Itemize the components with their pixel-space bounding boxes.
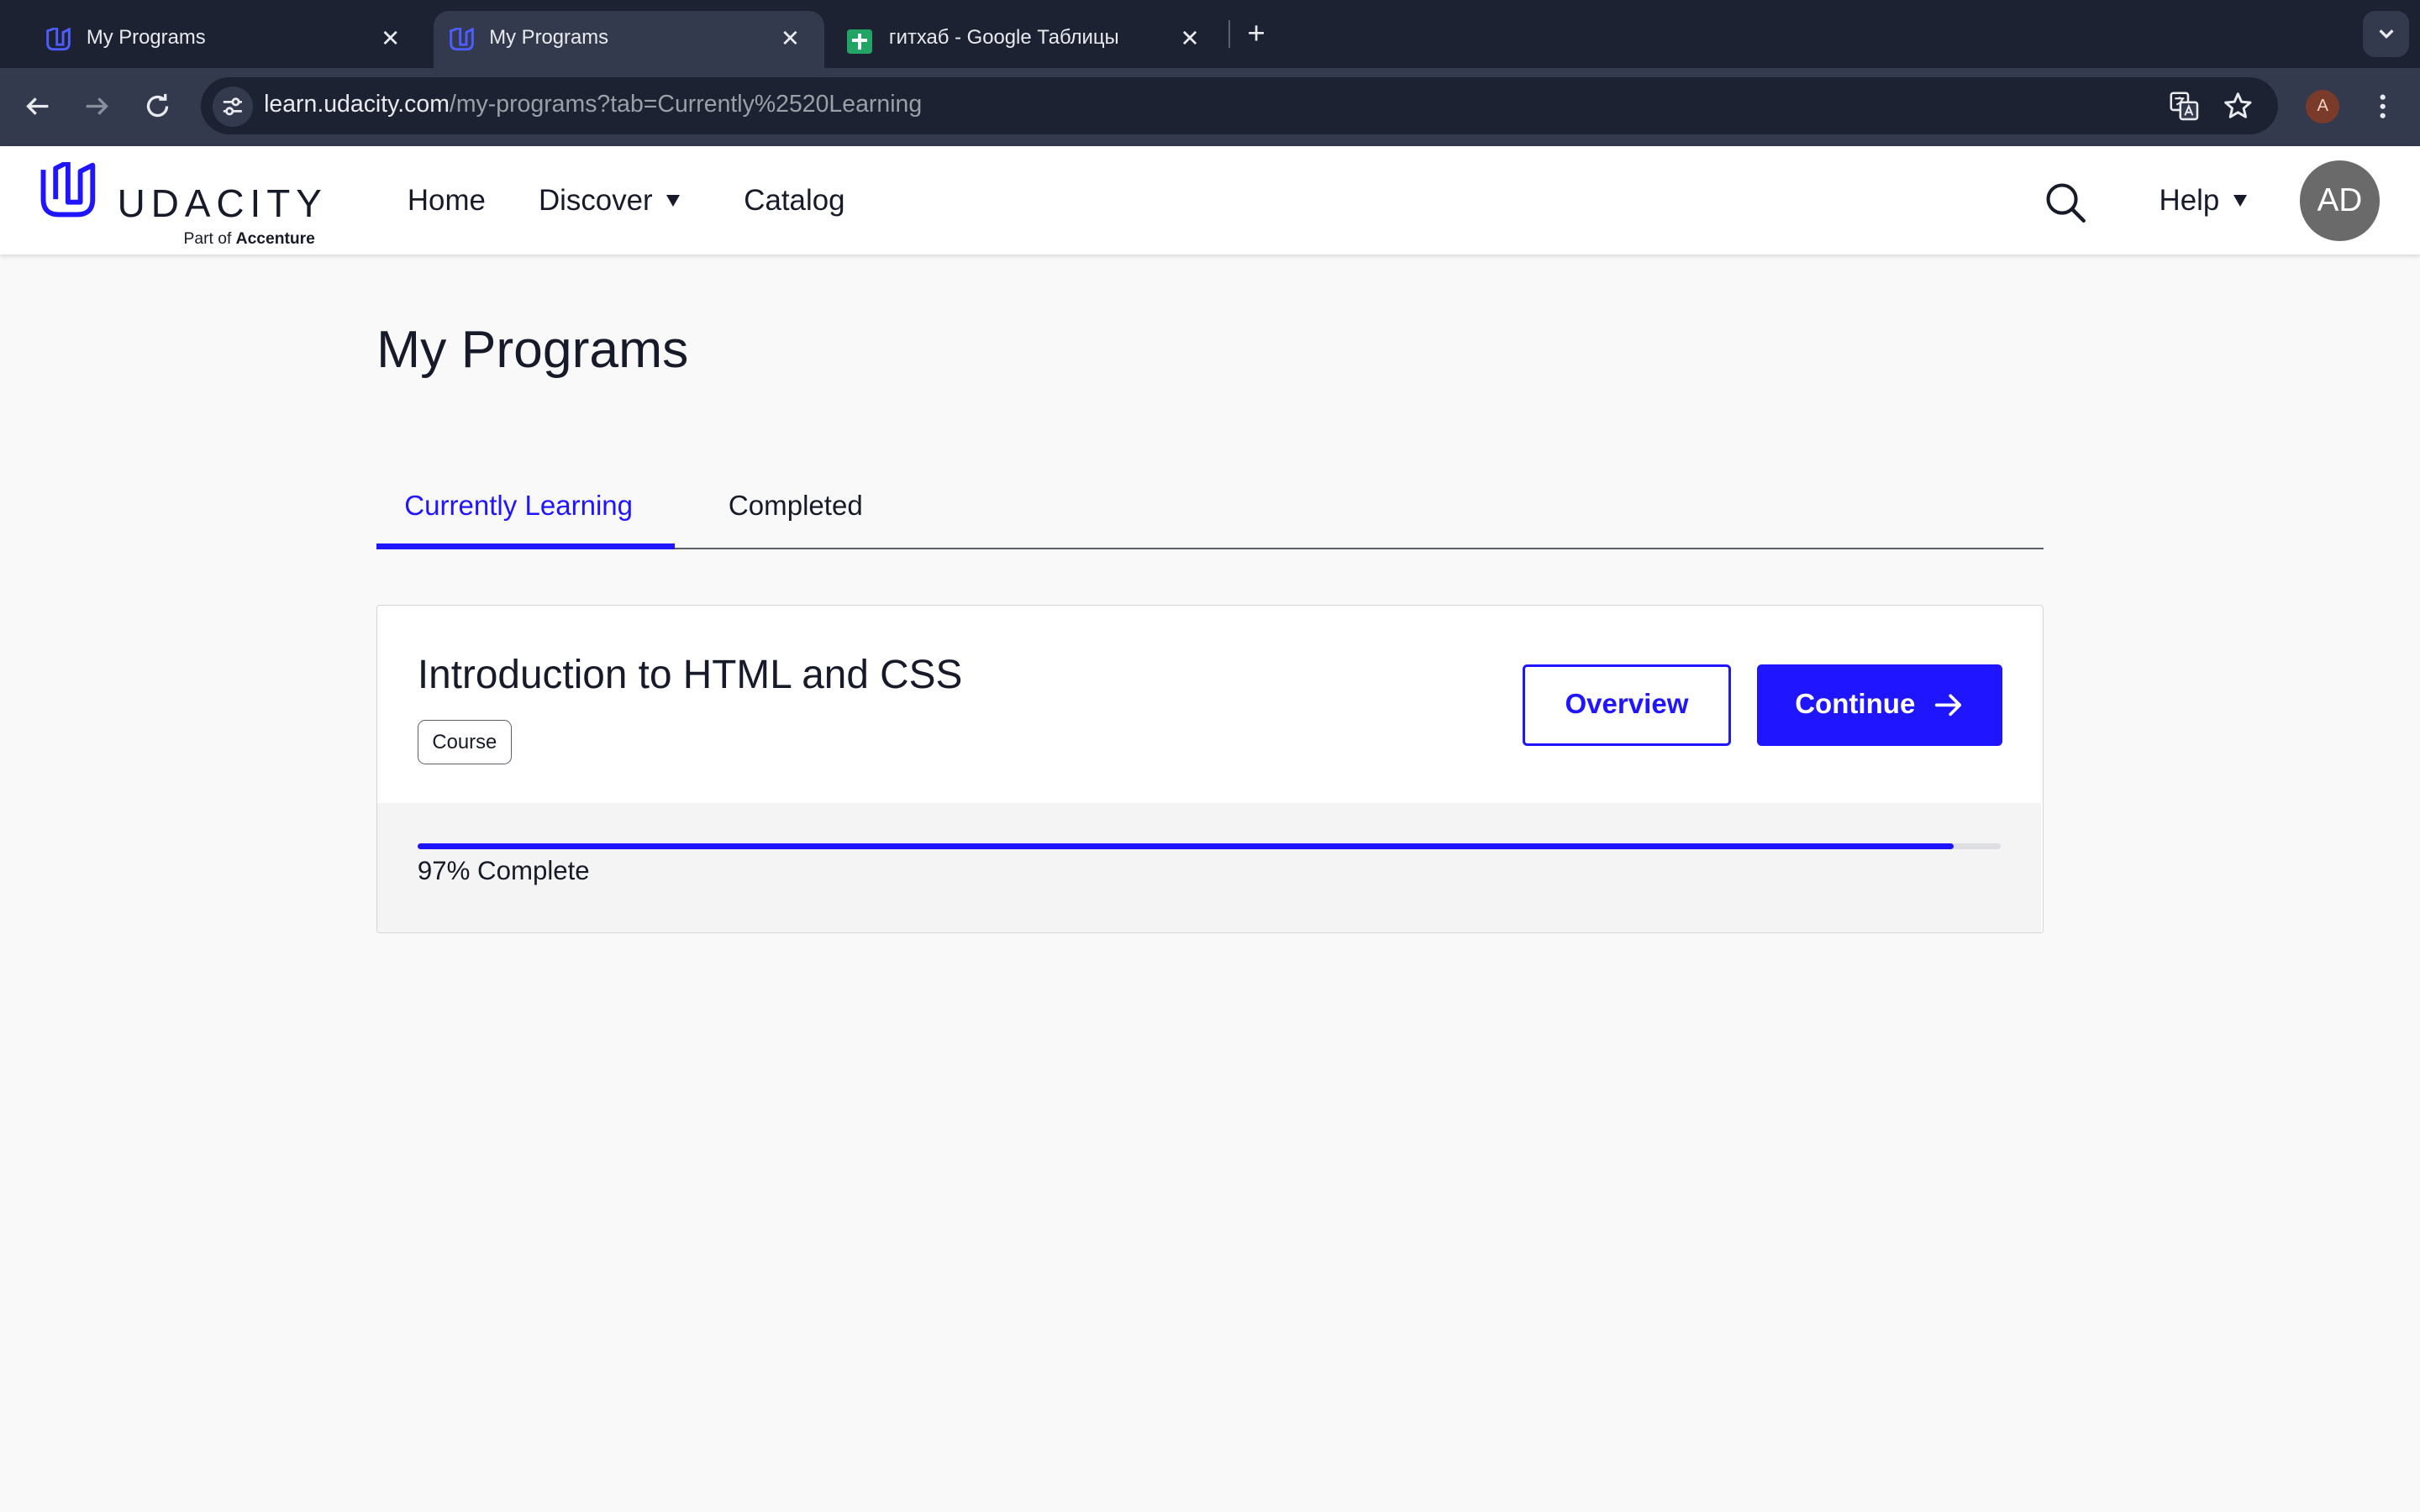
nav-catalog-label: Catalog [744,183,845,217]
overview-button[interactable]: Overview [1522,664,1731,747]
nav-help-label: Help [2159,183,2220,217]
search-icon[interactable] [2044,181,2086,223]
chevron-down-icon [2379,29,2394,39]
google-sheets-icon [847,29,872,55]
tab-search-button[interactable] [2362,10,2410,57]
tune-icon [224,97,243,116]
nav-catalog[interactable]: Catalog [744,184,844,218]
program-title[interactable]: Introduction to HTML and CSS [418,652,962,698]
url-path: /my-programs?tab=Currently%2520Learning [449,91,923,118]
nav-home-label: Home [407,183,486,217]
logo-sub-brand: Accenture [235,229,315,248]
browser-toolbar: learn.udacity.com/my-programs?tab=Curren… [0,67,2420,147]
caret-down-icon [2233,194,2247,207]
user-avatar[interactable]: AD [2299,160,2381,241]
site-info-button[interactable] [213,86,254,127]
progress-bar-fill [417,843,1954,850]
udacity-u-icon [40,161,96,218]
tab-completed[interactable]: Completed [729,491,863,522]
tab-separator [1228,19,1230,48]
arrow-right-icon [1935,694,1962,717]
nav-home[interactable]: Home [408,184,486,218]
forward-button[interactable] [79,88,116,125]
program-type-badge: Course [417,719,512,765]
tab-currently-learning[interactable]: Currently Learning [404,491,633,522]
tab-title: My Programs [489,26,609,50]
url-text: learn.udacity.com/my-programs?tab=Curren… [264,91,922,118]
udacity-logo-icon [46,28,71,51]
translate-icon[interactable] [2167,90,2201,123]
browser-tab-strip: My Programs ✕ My Programs ✕ гитхаб - Goo… [0,0,2420,68]
program-card: Introduction to HTML and CSS Course Over… [376,604,2044,934]
logo-subtitle: Part of Accenture [184,230,315,249]
new-tab-button[interactable]: + [1241,18,1272,50]
progress-label: 97% Complete [417,855,590,885]
url-host: learn.udacity.com [264,91,450,118]
page-title: My Programs [376,320,689,380]
logo-sub-prefix: Part of [183,229,232,248]
bookmark-star-icon[interactable] [2221,90,2254,123]
nav-discover[interactable]: Discover [539,183,681,218]
browser-tab-1[interactable]: My Programs ✕ [31,11,424,68]
overview-button-label: Overview [1565,689,1689,721]
close-tab-icon[interactable]: ✕ [375,24,406,55]
program-progress-section: 97% Complete [377,803,2042,933]
browser-tab-3[interactable]: гитхаб - Google Таблицы ✕ [834,11,1224,68]
nav-discover-label: Discover [539,183,653,217]
continue-button-label: Continue [1795,689,1916,721]
caret-down-icon [666,194,681,207]
nav-help[interactable]: Help [2160,184,2247,218]
active-tab-indicator [376,543,675,549]
progress-bar [417,843,2002,850]
site-header: UDACITY Part of Accenture Home Discover … [0,146,2420,255]
close-tab-icon[interactable]: ✕ [1175,24,1206,55]
reload-icon [146,94,169,118]
tab-title: гитхаб - Google Таблицы [888,26,1119,50]
reload-button[interactable] [139,88,176,125]
logo-wordmark: UDACITY [117,181,328,225]
udacity-logo[interactable]: UDACITY Part of Accenture [39,161,332,248]
continue-button[interactable]: Continue [1757,664,2003,747]
browser-tab-2[interactable]: My Programs ✕ [434,10,824,68]
address-bar[interactable]: learn.udacity.com/my-programs?tab=Curren… [200,76,2278,134]
browser-profile-avatar[interactable]: A [2306,89,2340,123]
back-button[interactable] [18,88,55,125]
tab-title: My Programs [86,26,206,50]
close-tab-icon[interactable]: ✕ [775,24,806,55]
arrow-left-icon [25,97,48,116]
more-menu-icon[interactable] [2367,90,2398,123]
arrow-right-icon [86,97,109,116]
udacity-logo-icon [449,28,474,51]
